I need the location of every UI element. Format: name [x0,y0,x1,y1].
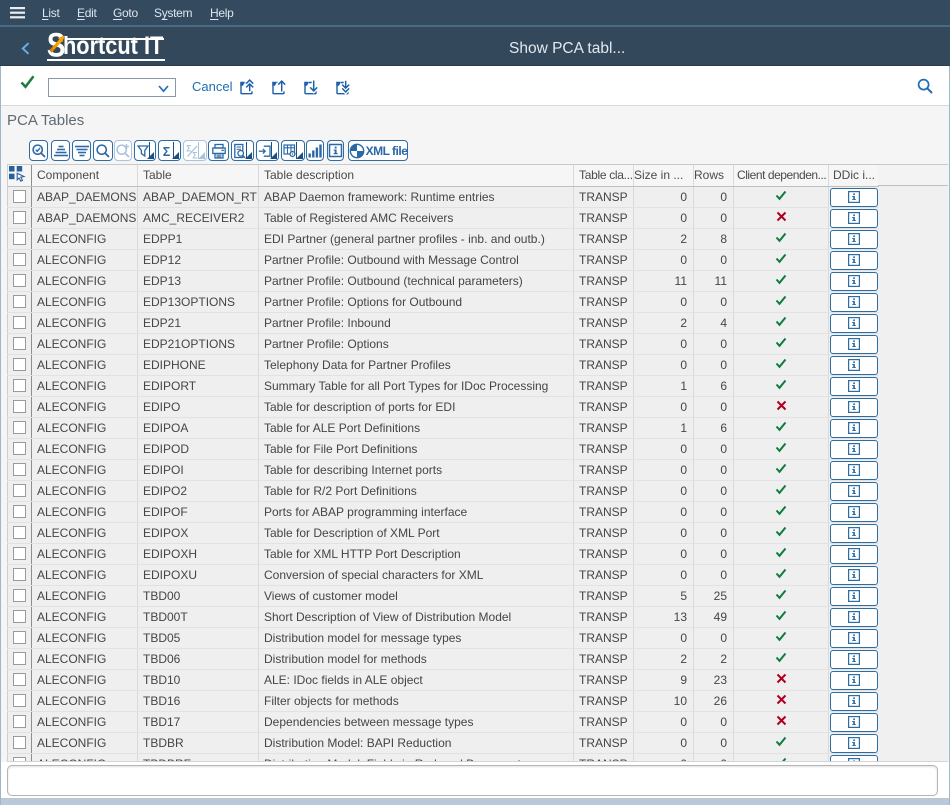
svg-text:Σ: Σ [163,144,171,158]
